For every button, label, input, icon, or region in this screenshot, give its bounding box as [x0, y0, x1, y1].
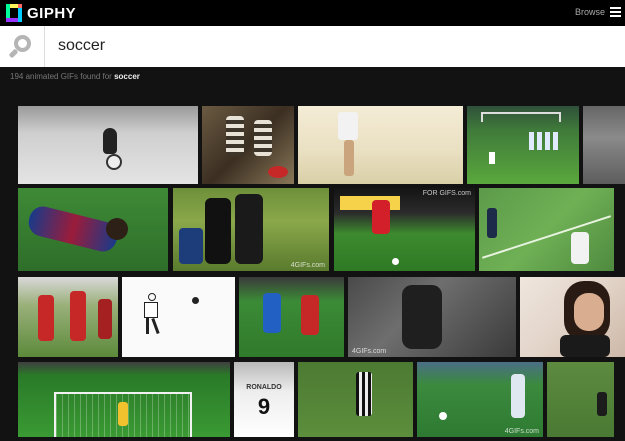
results-count: 194 animated GIFs found for soccer [10, 72, 140, 81]
search-bar [0, 26, 625, 67]
gif-tile[interactable] [520, 277, 625, 357]
gif-tile[interactable] [18, 106, 198, 184]
gif-tile[interactable] [479, 188, 614, 271]
gif-tile[interactable]: 4GIFs.com [348, 277, 516, 357]
gif-tile[interactable]: RONALDO 9 [234, 362, 294, 437]
gif-tile[interactable] [202, 106, 294, 184]
logo-text: GIPHY [27, 4, 77, 22]
watermark: FOR GIFS.com [422, 190, 471, 197]
gif-tile[interactable] [583, 106, 625, 184]
ball-figure [106, 154, 122, 170]
gif-tile[interactable] [239, 277, 344, 357]
hamburger-menu-icon[interactable] [610, 7, 621, 17]
gif-grid: 4GIFs.com FOR GIFS.com 4GIFs.com RONALDO… [0, 98, 625, 441]
top-bar: GIPHY Browse [0, 0, 625, 26]
results-search-term: soccer [114, 72, 140, 81]
giphy-logo[interactable]: GIPHY [6, 4, 76, 22]
gif-tile[interactable] [298, 106, 463, 184]
gif-tile[interactable] [467, 106, 579, 184]
giphy-logo-icon [6, 4, 22, 22]
watermark: 4GIFs.com [352, 348, 387, 355]
gif-tile[interactable] [122, 277, 235, 357]
penguin-figure [103, 128, 117, 154]
browse-link[interactable]: Browse [575, 7, 605, 17]
gif-tile[interactable] [298, 362, 413, 437]
gif-tile[interactable] [18, 188, 168, 271]
watermark: 4GIFs.com [504, 428, 539, 435]
search-icon[interactable] [0, 26, 45, 67]
gif-tile[interactable]: FOR GIFS.com [334, 188, 475, 271]
gif-tile[interactable] [547, 362, 614, 437]
search-input[interactable] [58, 34, 598, 58]
gif-tile[interactable] [18, 277, 118, 357]
gif-tile[interactable] [18, 362, 230, 437]
watermark: 4GIFs.com [290, 262, 325, 269]
gif-tile[interactable]: 4GIFs.com [173, 188, 329, 271]
results-count-text: 194 animated GIFs found for [10, 72, 112, 81]
gif-tile[interactable]: 4GIFs.com [417, 362, 543, 437]
